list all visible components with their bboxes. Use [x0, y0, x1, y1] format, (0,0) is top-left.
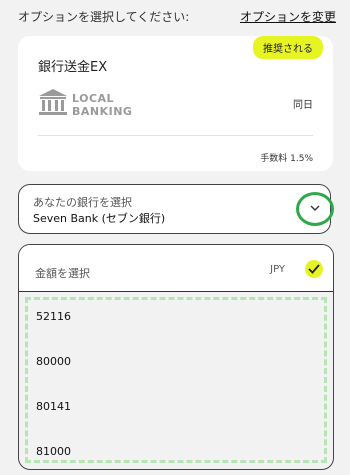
amount-select-label: 金額を選択 — [35, 267, 90, 280]
amount-option[interactable]: 81000 — [36, 445, 71, 458]
logo-text-local: LOCAL — [72, 92, 115, 105]
header: オプションを選択してください: オプションを変更 — [18, 8, 336, 26]
payment-option-card[interactable]: 推奨される 銀行送金EX LOCAL BANKING 同日 手数料 1.5% — [18, 36, 333, 171]
amount-option[interactable]: 52116 — [36, 310, 71, 323]
payment-method-name: 銀行送金EX — [38, 60, 108, 75]
bank-select-dropdown[interactable]: あなたの銀行を選択 Seven Bank (セブン銀行) — [18, 184, 334, 234]
divider — [38, 135, 313, 136]
bank-select-value: Seven Bank (セブン銀行) — [33, 212, 166, 225]
amount-option[interactable]: 80141 — [36, 400, 71, 413]
processing-time: 同日 — [293, 100, 313, 111]
recommended-badge: 推奨される — [253, 36, 323, 59]
chevron-down-icon[interactable] — [296, 192, 334, 226]
page-title: オプションを選択してください: — [18, 10, 190, 24]
logo-text-banking: BANKING — [72, 105, 133, 118]
local-banking-logo: LOCAL BANKING — [38, 88, 148, 120]
currency-label: JPY — [270, 264, 285, 275]
amount-select-header[interactable]: 金額を選択 JPY — [19, 245, 333, 292]
bank-select-label: あなたの銀行を選択 — [33, 196, 132, 209]
check-icon — [305, 260, 323, 278]
fee-text: 手数料 1.5% — [260, 154, 313, 164]
amount-select-panel: 金額を選択 JPY 52116 80000 80141 81000 — [18, 244, 334, 470]
amount-option[interactable]: 80000 — [36, 355, 71, 368]
change-option-link[interactable]: オプションを変更 — [240, 8, 336, 25]
bank-building-icon — [39, 89, 67, 115]
amount-options-list: 52116 80000 80141 81000 — [25, 297, 327, 463]
